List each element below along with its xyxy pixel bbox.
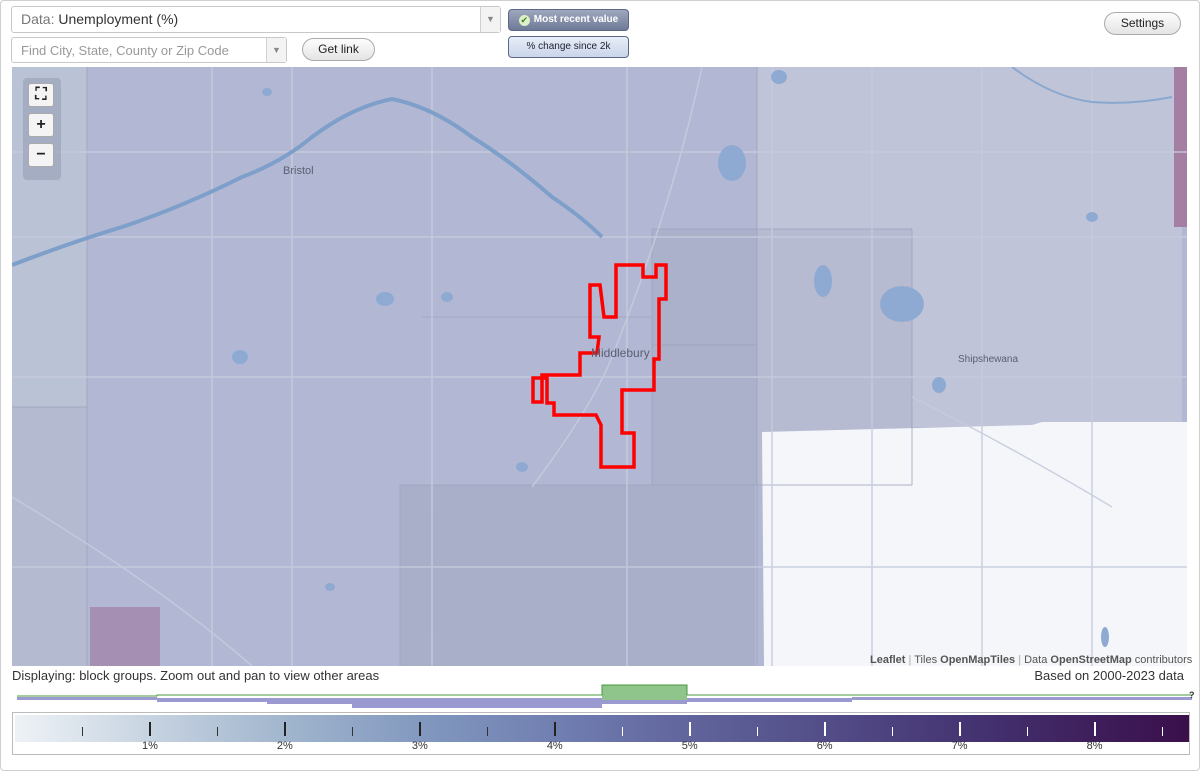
place-label: Middlebury bbox=[591, 346, 650, 360]
legend-label: 3% bbox=[411, 740, 428, 752]
data-select-prefix: Data: bbox=[21, 11, 55, 27]
percent-change-toggle[interactable]: % change since 2k bbox=[508, 36, 629, 58]
data-select-value: Unemployment (%) bbox=[58, 11, 179, 27]
legend-minor-tick bbox=[622, 727, 624, 736]
search-input[interactable] bbox=[12, 38, 262, 62]
map-region bbox=[400, 485, 755, 666]
legend-minor-tick bbox=[757, 727, 759, 736]
legend-major-tick bbox=[1093, 722, 1096, 736]
legend-minor-tick bbox=[352, 727, 354, 736]
map-canvas[interactable]: Bristol Middlebury Shipshewana bbox=[12, 67, 1187, 666]
osm-link[interactable]: OpenStreetMap bbox=[1050, 654, 1131, 666]
map-attribution: Leaflet | Tiles OpenMapTiles | Data Open… bbox=[870, 654, 1193, 666]
legend-minor-tick bbox=[82, 727, 84, 736]
legend-minor-tick bbox=[1162, 727, 1163, 736]
legend-minor-tick bbox=[217, 727, 219, 736]
map-region bbox=[1174, 67, 1187, 227]
highlighted-area-boundary[interactable] bbox=[531, 263, 668, 469]
legend-label: 6% bbox=[816, 740, 833, 752]
data-prefix: Data bbox=[1024, 654, 1048, 666]
legend-major-tick bbox=[823, 722, 826, 736]
legend-label: 5% bbox=[681, 740, 698, 752]
map-tiles bbox=[12, 67, 1187, 666]
get-link-button[interactable]: Get link bbox=[302, 38, 375, 61]
fullscreen-icon[interactable]: ⛶ bbox=[28, 83, 54, 107]
most-recent-label: Most recent value bbox=[533, 14, 619, 25]
location-search[interactable]: ▼ bbox=[11, 37, 287, 63]
data-suffix: contributors bbox=[1134, 654, 1193, 666]
map-region-no-data bbox=[762, 422, 1187, 666]
map-region bbox=[90, 607, 160, 666]
data-select[interactable]: Data: Unemployment (%) ▼ bbox=[11, 6, 501, 33]
most-recent-toggle[interactable]: ✔ Most recent value bbox=[508, 9, 629, 31]
leaflet-link[interactable]: Leaflet bbox=[870, 654, 905, 666]
place-label: Shipshewana bbox=[958, 354, 1019, 365]
displaying-text: Displaying: block groups. Zoom out and p… bbox=[12, 668, 380, 683]
tiles-prefix: Tiles bbox=[914, 654, 938, 666]
legend-gradient bbox=[15, 715, 1189, 742]
legend-major-tick bbox=[688, 722, 691, 736]
based-on-text: Based on 2000-2023 data bbox=[1034, 668, 1184, 683]
settings-button[interactable]: Settings bbox=[1104, 12, 1181, 35]
legend-major-tick bbox=[283, 722, 286, 736]
legend-major-tick bbox=[958, 722, 961, 736]
check-icon: ✔ bbox=[518, 15, 530, 26]
river bbox=[12, 96, 604, 267]
chevron-down-icon[interactable]: ▼ bbox=[266, 38, 286, 62]
legend-label: 1% bbox=[141, 740, 158, 752]
chevron-down-icon[interactable]: ▼ bbox=[480, 7, 500, 32]
legend-minor-tick bbox=[487, 727, 489, 736]
histogram-help-icon[interactable]: ? bbox=[1189, 690, 1195, 700]
legend-label: 7% bbox=[951, 740, 968, 752]
place-label: Bristol bbox=[283, 165, 314, 177]
legend-label: 8% bbox=[1086, 740, 1103, 752]
zoom-in-button[interactable]: + bbox=[28, 113, 54, 137]
legend-major-tick bbox=[553, 722, 556, 736]
legend-major-tick bbox=[148, 722, 151, 736]
color-legend: 1% 2% 3% 4% 5% 6% 7% 8% bbox=[12, 712, 1190, 755]
distribution-histogram bbox=[17, 684, 1192, 708]
legend-label: 2% bbox=[276, 740, 293, 752]
zoom-out-button[interactable]: − bbox=[28, 143, 54, 167]
legend-minor-tick bbox=[1027, 727, 1029, 736]
legend-label: 4% bbox=[546, 740, 563, 752]
legend-minor-tick bbox=[892, 727, 894, 736]
tiles-link[interactable]: OpenMapTiles bbox=[940, 654, 1015, 666]
zoom-controls: ⛶ + − bbox=[23, 78, 61, 180]
legend-major-tick bbox=[418, 722, 421, 736]
